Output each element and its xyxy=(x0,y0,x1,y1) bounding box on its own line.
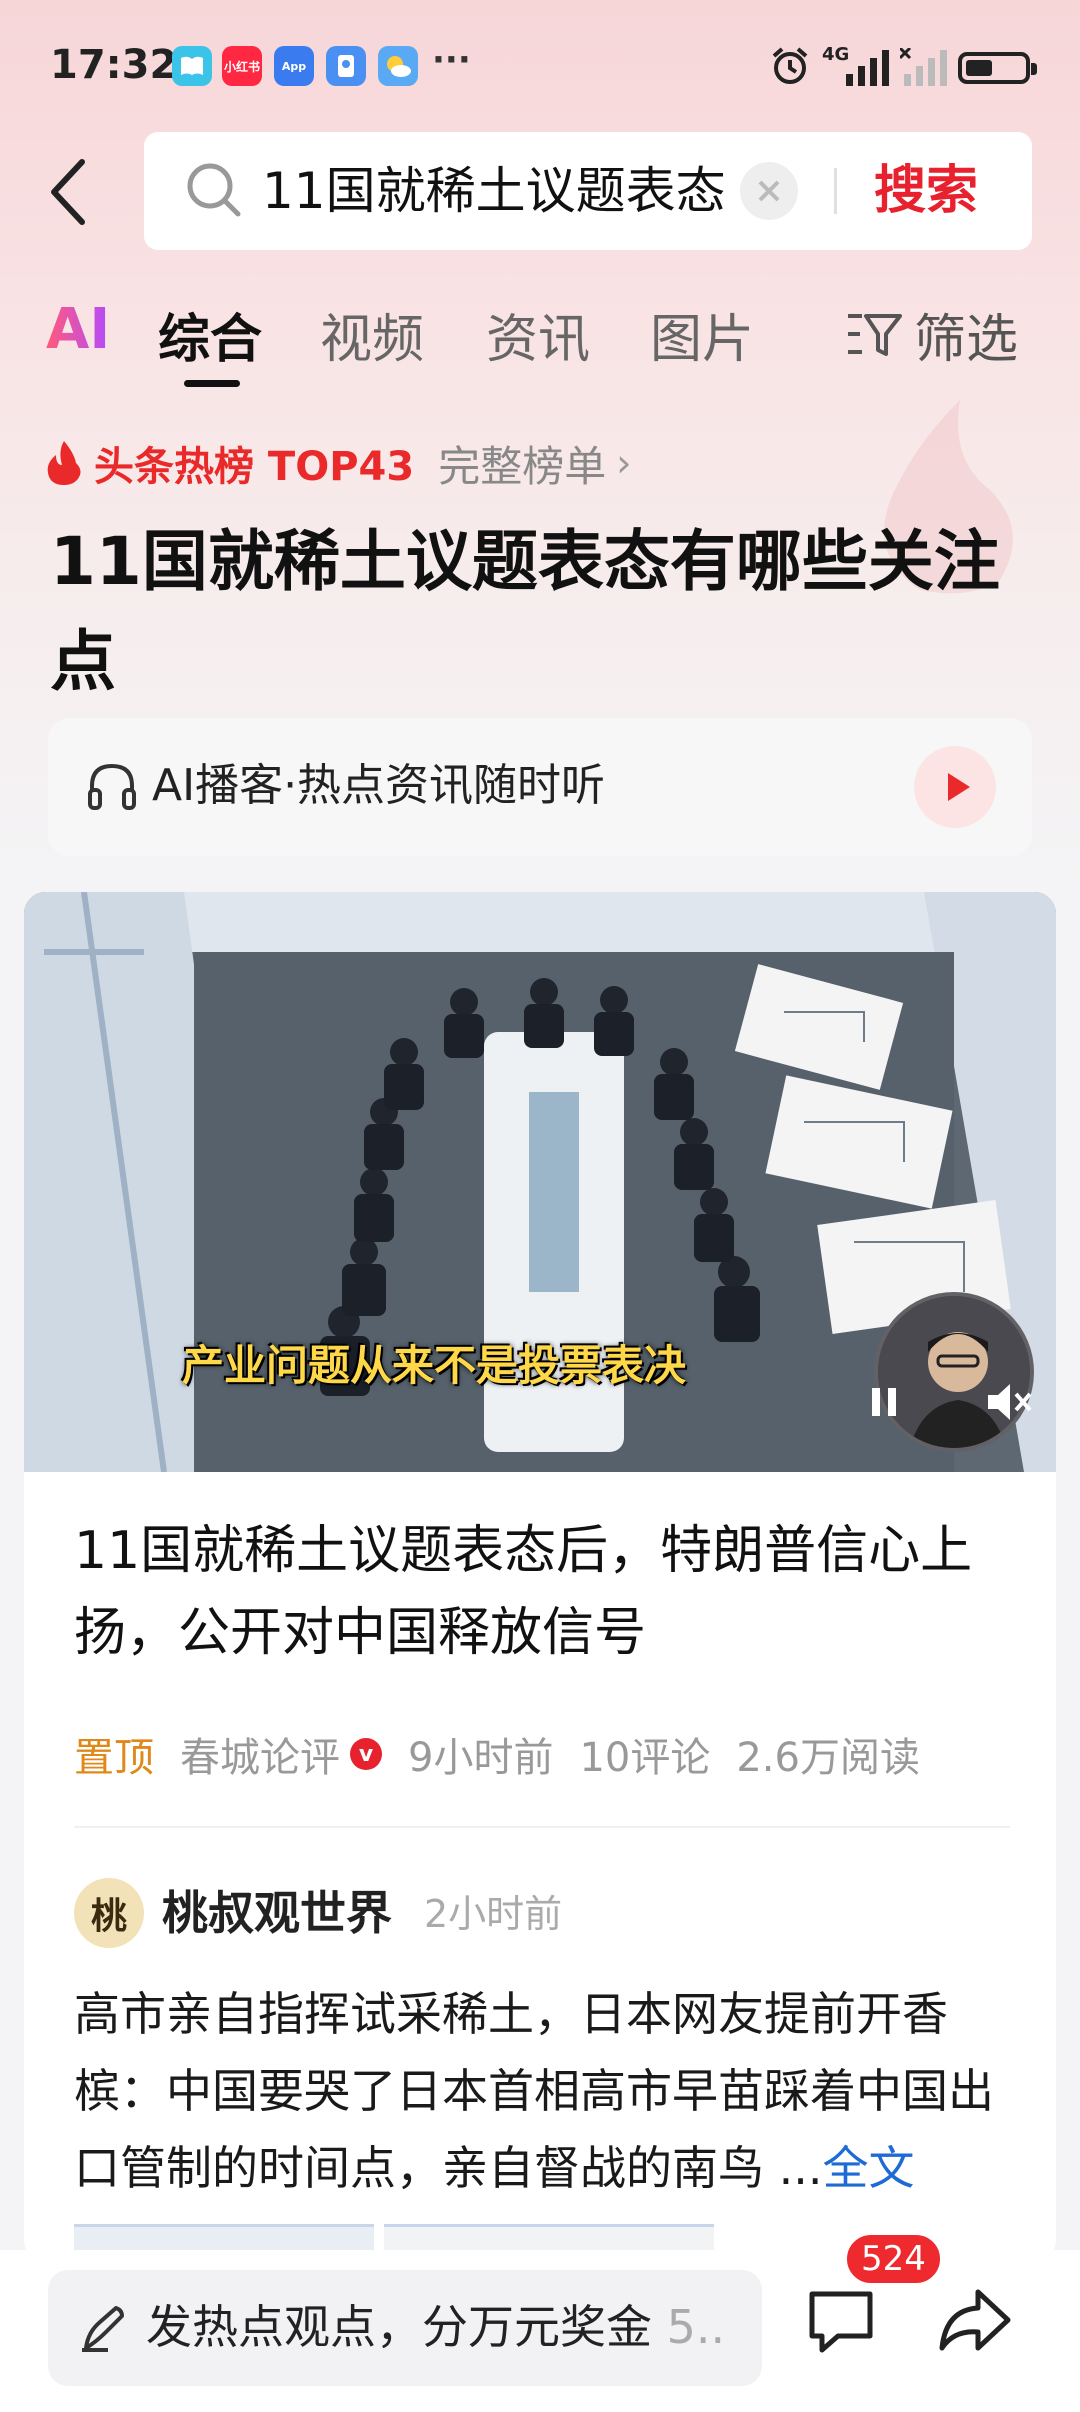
signal-icon-sim2 xyxy=(900,48,947,86)
author-name[interactable]: 桃叔观世界 xyxy=(162,1882,392,1944)
app-market-icon: App xyxy=(274,46,314,86)
tab-news[interactable]: 资讯 xyxy=(486,297,590,372)
tab-images[interactable]: 图片 xyxy=(650,297,754,372)
article-meta: 置顶 春城论评 v 9小时前 10评论 2.6万阅读 xyxy=(74,1724,946,1784)
alarm-icon xyxy=(772,47,808,84)
tab-video[interactable]: 视频 xyxy=(320,297,424,372)
mute-icon[interactable] xyxy=(984,1380,1032,1424)
headphones-icon xyxy=(88,763,136,810)
search-button[interactable]: 搜索 xyxy=(874,160,978,222)
podcast-play-button[interactable] xyxy=(914,746,996,828)
page-title: 11国就稀土议题表态有哪些关注点 xyxy=(50,523,1000,700)
key-app-icon xyxy=(326,46,366,86)
divider xyxy=(74,1826,1010,1828)
pen-icon xyxy=(82,2306,124,2352)
search-tabs: AI 综合 视频 资讯 图片 筛选 xyxy=(0,285,1080,395)
read-full-link[interactable]: 全文 xyxy=(823,2141,915,2195)
source-name[interactable]: 春城论评 xyxy=(180,1725,340,1783)
pause-icon[interactable] xyxy=(864,1382,904,1422)
pinned-badge: 置顶 xyxy=(74,1735,154,1781)
close-icon xyxy=(758,180,780,202)
search-box[interactable]: 11国就稀土议题表态 搜索 xyxy=(144,132,1032,250)
play-icon xyxy=(948,773,970,801)
share-icon[interactable] xyxy=(938,2286,1012,2356)
read-count: 2.6万阅读 xyxy=(736,1735,920,1781)
video-caption: 产业问题从来不是投票表决 xyxy=(181,1341,686,1390)
bottom-action-bar: 发热点观点，分万元奖金 5.. 524 xyxy=(0,2232,1080,2412)
comment-icon[interactable] xyxy=(804,2284,878,2358)
article-title[interactable]: 11国就稀土议题表态后，特朗普信心上扬，公开对中国释放信号 xyxy=(74,1510,1004,1674)
compose-input[interactable]: 发热点观点，分万元奖金 5.. xyxy=(48,2270,762,2386)
hot-rank-label: 头条热榜 TOP43 xyxy=(94,444,415,490)
video-player[interactable]: 产业问题从来不是投票表决 xyxy=(24,892,1056,1472)
filter-icon xyxy=(848,313,902,356)
comment-count-badge: 524 xyxy=(844,2232,943,2286)
post-time: 2小时前 xyxy=(424,1892,563,1936)
full-list-link[interactable]: 完整榜单 xyxy=(438,433,606,494)
status-time: 17:32 xyxy=(50,42,178,88)
tab-comprehensive[interactable]: 综合 xyxy=(158,297,262,372)
search-icon xyxy=(187,163,241,217)
comment-count: 10评论 xyxy=(579,1735,711,1781)
signal-icon xyxy=(846,50,889,86)
filter-button[interactable]: 筛选 xyxy=(846,297,1018,372)
active-tab-indicator xyxy=(184,380,240,387)
xiaohongshu-app-icon: 小红书 xyxy=(222,46,262,86)
flame-icon xyxy=(47,441,81,485)
filter-label: 筛选 xyxy=(914,310,1019,370)
battery-icon xyxy=(958,52,1037,84)
presenter-thumbnail xyxy=(874,1292,1034,1452)
podcast-text: AI播客·热点资讯随时听 xyxy=(152,760,606,811)
weather-app-icon xyxy=(378,46,418,86)
clear-search-button[interactable] xyxy=(740,162,798,220)
ai-podcast-bar[interactable]: AI播客·热点资讯随时听 xyxy=(48,718,1032,856)
article-card[interactable]: 产业问题从来不是投票表决 11国就稀土议题表态后，特朗普信心上扬，公开对中国释放… xyxy=(24,892,1056,2262)
status-more-icon: ··· xyxy=(432,40,471,80)
post-body[interactable]: 高市亲自指挥试采稀土，日本网友提前开香槟：中国要哭了日本首相高市早苗踩着中国出口… xyxy=(74,1976,1034,2207)
publish-time: 9小时前 xyxy=(408,1735,554,1781)
verified-badge-icon: v xyxy=(350,1738,382,1770)
status-bar: 17:32 小红书 App ··· 4G xyxy=(0,0,1080,130)
hot-list-row[interactable]: 头条热榜 TOP43 完整榜单 › xyxy=(44,428,631,498)
avatar[interactable]: 桃 xyxy=(74,1878,144,1948)
tab-ai[interactable]: AI xyxy=(46,297,110,362)
book-app-icon xyxy=(172,46,212,86)
compose-placeholder: 发热点观点，分万元奖金 5.. xyxy=(146,2300,726,2354)
back-button[interactable] xyxy=(44,152,94,232)
chevron-right-icon: › xyxy=(616,441,632,485)
